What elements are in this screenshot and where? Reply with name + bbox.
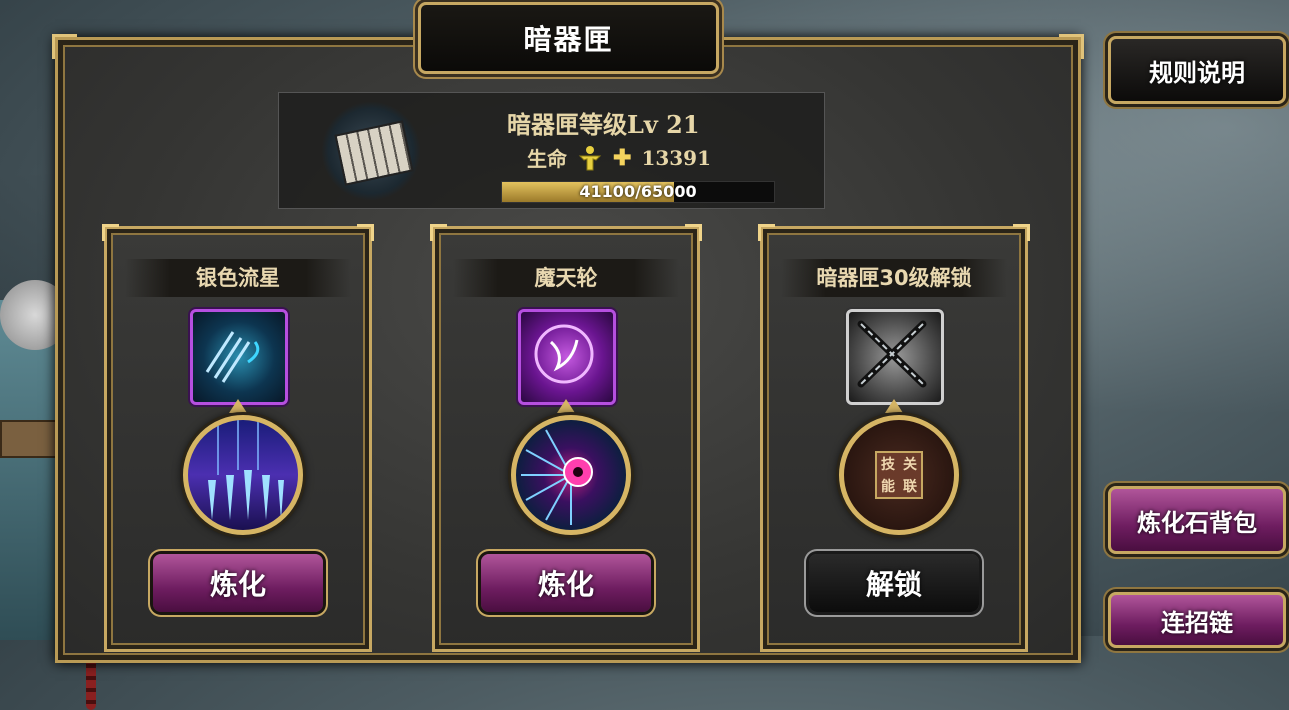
crossed-chains-icon[interactable] — [846, 309, 944, 405]
blade-rain-icon[interactable] — [183, 415, 303, 535]
weapon-card-1: 银色流星 炼化 — [102, 224, 374, 652]
hp-bonus: 13391 — [641, 145, 712, 170]
exp-text: 41100/65000 — [579, 182, 697, 201]
card-title: 暗器匣30级解锁 — [781, 259, 1007, 297]
pointer-icon — [885, 399, 903, 413]
seal-char: 能 — [881, 479, 895, 495]
box-level: 暗器匣等级Lv 21 — [507, 110, 700, 139]
rules-button[interactable]: 规则说明 — [1108, 36, 1286, 104]
weapon-card-3: 暗器匣30级解锁 技 关 能 联 解锁 — [758, 224, 1030, 652]
plus-icon: ✚ — [613, 144, 632, 171]
seal-char: 关 — [903, 457, 917, 473]
combo-chain-button[interactable]: 连招链 — [1108, 592, 1286, 648]
combo-seal: 技 关 能 联 — [875, 451, 923, 499]
pointer-icon — [557, 399, 575, 413]
box-info: 暗器匣等级Lv 21 生命 ✚ 13391 41100/65000 — [278, 92, 825, 209]
exp-bar: 41100/65000 — [501, 181, 775, 203]
weapon-box-icon — [321, 101, 421, 201]
seal-char: 技 — [881, 457, 895, 473]
card-title: 银色流星 — [125, 259, 351, 297]
silver-meteor-icon[interactable] — [190, 309, 288, 405]
hp-stat: 生命 ✚ 13391 — [527, 143, 711, 172]
panel-title: 暗器匣 — [523, 23, 614, 56]
seal-char: 联 — [903, 479, 917, 495]
panel-title-plate: 暗器匣 — [418, 2, 719, 74]
demon-wheel-icon[interactable] — [518, 309, 616, 405]
combo-seal-icon[interactable]: 技 关 能 联 — [839, 415, 959, 535]
hp-label: 生命 — [527, 147, 567, 171]
person-icon — [578, 145, 602, 170]
eye-wheel-icon[interactable] — [511, 415, 631, 535]
refine-button[interactable]: 炼化 — [153, 554, 323, 612]
weapon-card-2: 魔天轮 炼化 — [430, 224, 702, 652]
card-title: 魔天轮 — [453, 259, 679, 297]
refine-button[interactable]: 炼化 — [481, 554, 651, 612]
pointer-icon — [229, 399, 247, 413]
unlock-button[interactable]: 解锁 — [809, 554, 979, 612]
refine-stone-bag-button[interactable]: 炼化石背包 — [1108, 486, 1286, 554]
